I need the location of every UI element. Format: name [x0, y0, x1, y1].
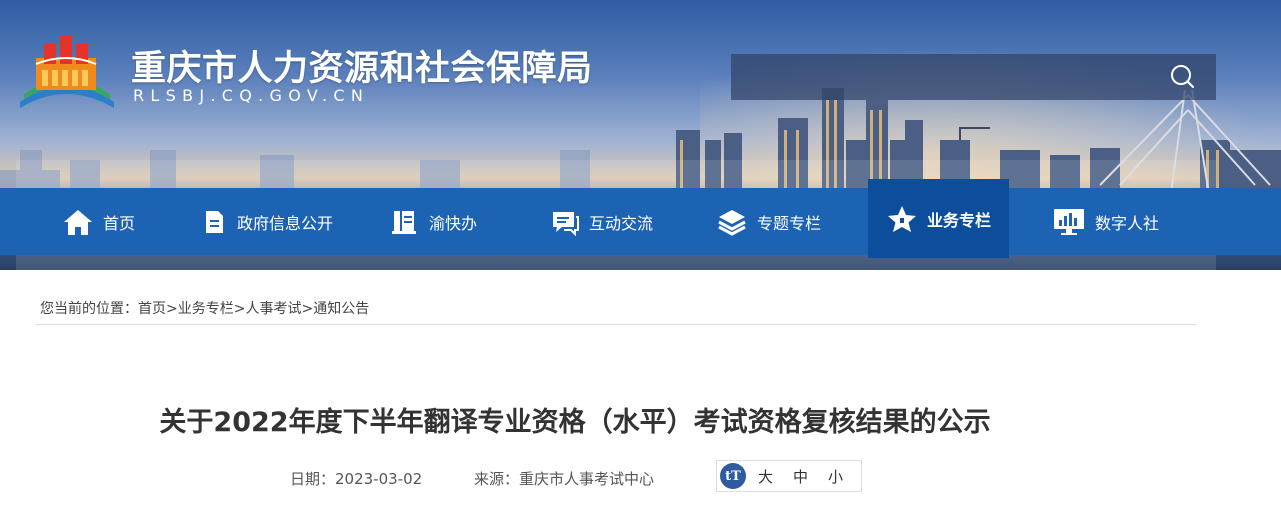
nav-item-interaction[interactable]: 互动交流: [550, 188, 653, 255]
nav-item-label: 渝快办: [429, 213, 478, 233]
nav-item-label: 互动交流: [589, 213, 654, 233]
nav-item-home[interactable]: 首页: [62, 188, 135, 255]
document-icon: [206, 210, 223, 233]
site-domain: RLSBJ.CQ.GOV.CN: [133, 86, 370, 105]
monitor-icon: [1054, 208, 1084, 235]
article-date: 日期：2023-03-02: [290, 470, 423, 488]
nav-item-gov-info[interactable]: 政府信息公开: [200, 188, 333, 255]
search-button[interactable]: [1162, 60, 1200, 94]
breadcrumb-separator: >: [233, 301, 246, 317]
layers-icon: [718, 209, 746, 236]
nav-item-label: 数字人社: [1095, 213, 1160, 233]
font-size-large-button[interactable]: 大: [758, 466, 773, 487]
site-title: 重庆市人力资源和社会保障局: [131, 49, 593, 89]
breadcrumb-link-business[interactable]: 业务专栏: [178, 301, 234, 317]
nav-item-special-topics[interactable]: 专题专栏: [716, 188, 821, 255]
chat-icon: [553, 211, 579, 236]
breadcrumb-separator: >: [301, 301, 314, 317]
nav-item-digital[interactable]: 数字人社: [1052, 188, 1159, 255]
article-source: 来源：重庆市人事考试中心: [474, 470, 655, 488]
breadcrumb-divider: [36, 324, 1196, 325]
font-size-switcher: tT 大 中 小: [716, 460, 862, 492]
breadcrumb-link-exam[interactable]: 人事考试: [245, 301, 301, 317]
breadcrumb-link-notices[interactable]: 通知公告: [313, 301, 369, 317]
breadcrumb-prefix: 您当前的位置：: [40, 301, 138, 317]
nav-item-label: 政府信息公开: [237, 213, 334, 233]
search-icon: [1171, 65, 1195, 89]
breadcrumb-link-home[interactable]: 首页: [138, 301, 166, 317]
book-icon: [392, 210, 416, 234]
search-input[interactable]: [731, 54, 1216, 100]
article-title: 关于2022年度下半年翻译专业资格（水平）考试资格复核结果的公示: [159, 407, 991, 438]
nav-item-label: 首页: [103, 213, 136, 233]
star-icon: [888, 205, 916, 232]
nav-item-label: 业务专栏: [927, 210, 992, 230]
font-size-icon: tT: [720, 463, 746, 489]
font-size-medium-button[interactable]: 中: [793, 466, 808, 487]
breadcrumb-separator: >: [166, 301, 178, 317]
government-logo: [20, 36, 114, 108]
breadcrumb: 您当前的位置：首页>业务专栏>人事考试>通知公告: [40, 298, 369, 318]
nav-item-yukuaiban[interactable]: 渝快办: [390, 188, 477, 255]
home-icon: [64, 209, 92, 235]
nav-item-business[interactable]: 业务专栏: [868, 179, 1010, 258]
nav-item-label: 专题专栏: [757, 213, 822, 233]
font-size-small-button[interactable]: 小: [828, 466, 843, 487]
